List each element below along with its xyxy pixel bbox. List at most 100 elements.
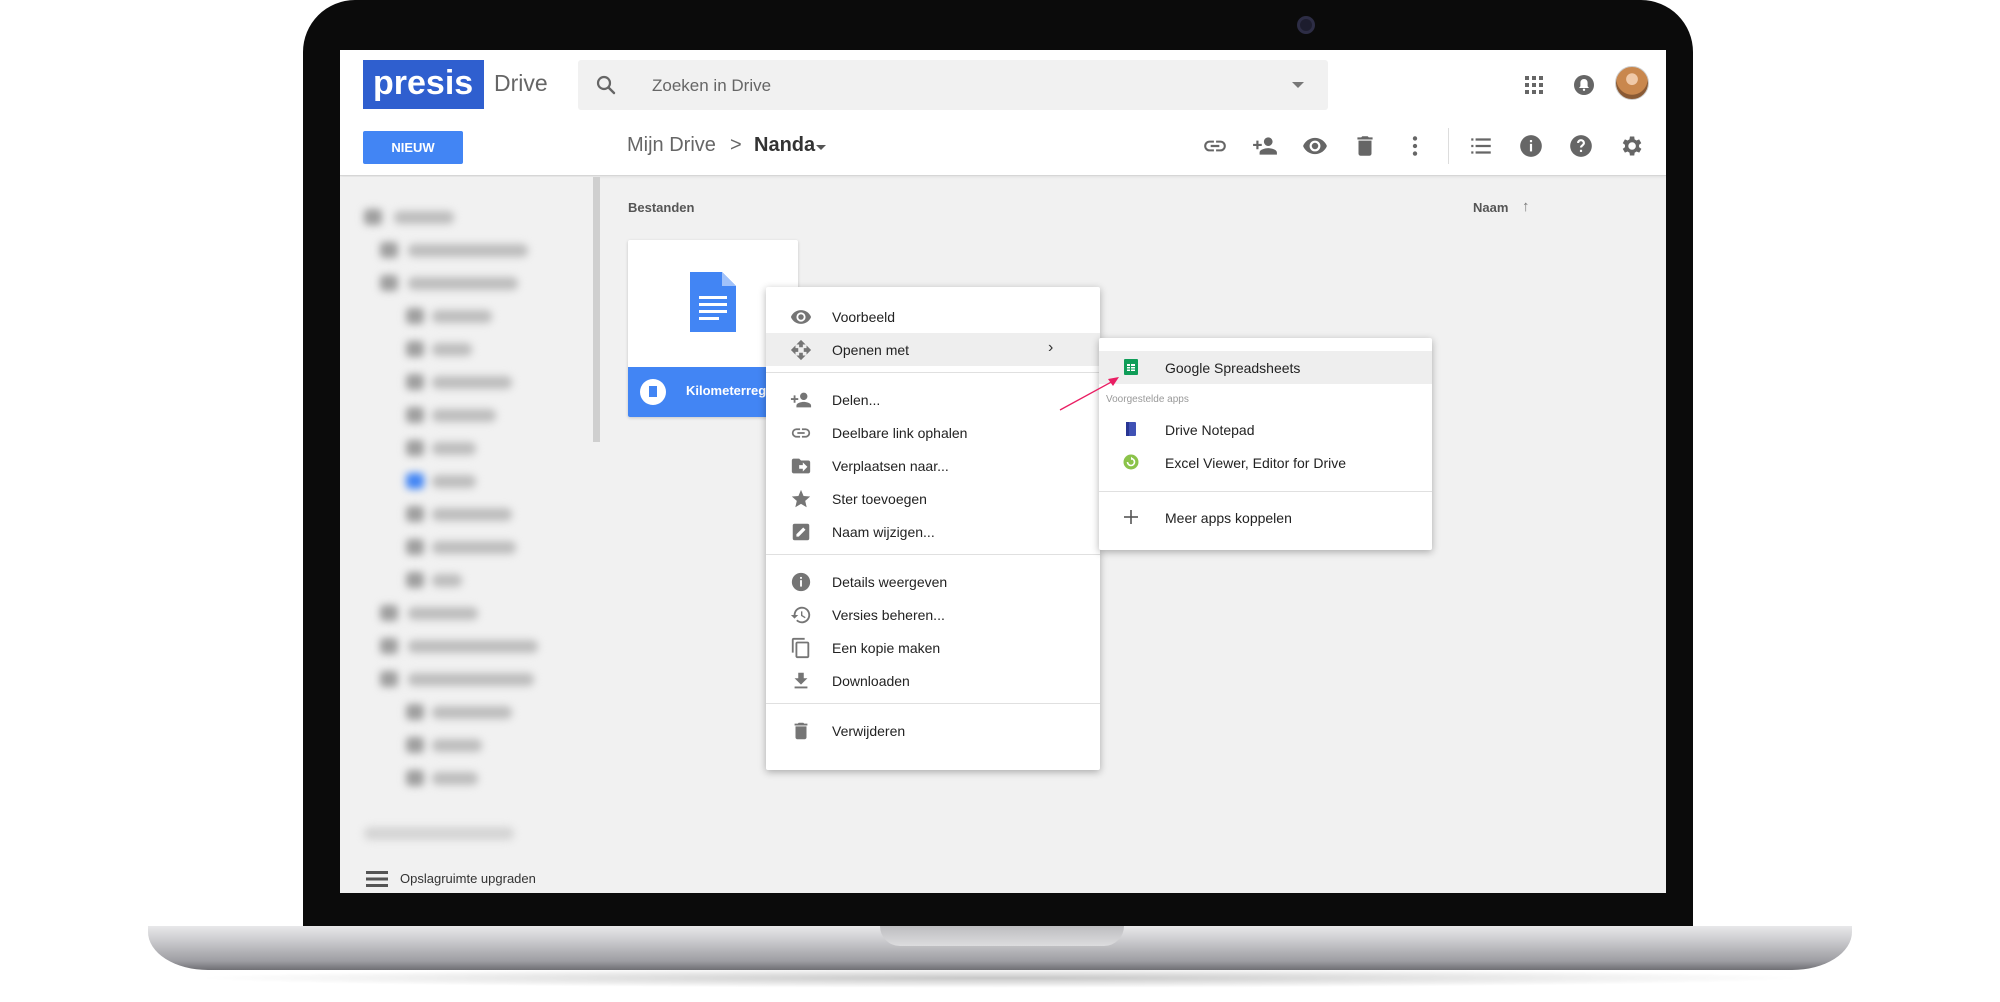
help-icon <box>1570 135 1592 157</box>
suggested-apps-header: Voorgestelde apps <box>1106 394 1189 405</box>
menu-item-label: Delen... <box>832 392 881 408</box>
menu-item-get-link[interactable]: Deelbare link ophalen <box>766 416 1100 449</box>
submenu-item-excel-viewer[interactable]: Excel Viewer, Editor for Drive <box>1099 446 1432 479</box>
laptop-shadow <box>190 968 1810 988</box>
camera-icon <box>1297 16 1315 34</box>
apps-grid-icon[interactable] <box>1522 73 1546 97</box>
open-with-icon <box>790 339 812 361</box>
menu-item-label: Downloaden <box>832 673 910 689</box>
menu-item-preview[interactable]: Voorbeeld <box>766 300 1100 333</box>
plus-icon <box>1124 510 1138 524</box>
sort-direction-icon[interactable]: ↑ <box>1522 198 1530 215</box>
search-input[interactable]: Zoeken in Drive <box>652 76 771 96</box>
menu-item-add-star[interactable]: Ster toevoegen <box>766 482 1100 515</box>
submenu-item-label: Excel Viewer, Editor for Drive <box>1165 455 1347 471</box>
share-button[interactable] <box>1252 133 1278 159</box>
chevron-right-icon: › <box>1048 339 1054 356</box>
delete-button[interactable] <box>1352 133 1378 159</box>
context-menu: Voorbeeld Openen met › Delen... Deelbare… <box>766 287 1100 770</box>
history-icon <box>790 604 812 626</box>
excel-viewer-icon <box>1123 454 1139 470</box>
menu-item-label: Voorbeeld <box>832 309 896 325</box>
menu-item-share[interactable]: Delen... <box>766 383 1100 416</box>
settings-button[interactable] <box>1618 133 1644 159</box>
laptop-notch <box>880 926 1124 946</box>
eye-icon <box>1303 137 1327 155</box>
info-icon <box>1520 135 1542 157</box>
info-icon <box>790 571 812 593</box>
menu-item-label: Versies beheren... <box>832 607 945 623</box>
file-type-icon <box>640 379 666 405</box>
document-icon <box>690 272 736 332</box>
list-view-icon <box>1471 138 1491 154</box>
get-link-button[interactable] <box>1202 133 1228 159</box>
preview-button[interactable] <box>1302 133 1328 159</box>
link-icon <box>790 422 812 444</box>
breadcrumb-current-folder[interactable]: Nanda <box>754 134 815 157</box>
submenu-item-label: Drive Notepad <box>1165 422 1255 438</box>
submenu-item-connect-more-apps[interactable]: Meer apps koppelen <box>1099 501 1432 534</box>
menu-divider <box>766 703 1100 704</box>
link-icon <box>1204 140 1226 152</box>
submenu-item-label: Meer apps koppelen <box>1165 510 1292 526</box>
menu-item-move-to[interactable]: Verplaatsen naar... <box>766 449 1100 482</box>
add-person-icon <box>1253 137 1277 155</box>
trash-icon <box>790 720 812 742</box>
more-actions-button[interactable] <box>1402 133 1428 159</box>
menu-item-download[interactable]: Downloaden <box>766 664 1100 697</box>
product-name: Drive <box>494 70 548 96</box>
details-button[interactable] <box>1518 133 1544 159</box>
app-header: presis Drive Zoeken in Drive NIEUW Mijn … <box>340 50 1666 176</box>
copy-icon <box>790 637 812 659</box>
search-options-dropdown-icon[interactable] <box>1292 82 1304 88</box>
trash-icon <box>1357 136 1373 156</box>
open-with-submenu: Google Spreadsheets Voorgestelde apps Dr… <box>1099 338 1432 550</box>
sidebar-scrollbar[interactable] <box>593 177 600 442</box>
download-icon <box>790 670 812 692</box>
rename-icon <box>790 521 812 543</box>
storage-icon <box>366 871 388 887</box>
files-section-label: Bestanden <box>628 200 695 215</box>
more-vert-icon <box>1412 136 1418 156</box>
drive-screen: presis Drive Zoeken in Drive NIEUW Mijn … <box>340 50 1666 893</box>
menu-item-label: Verwijderen <box>832 723 906 739</box>
sort-by-name[interactable]: Naam <box>1473 200 1508 215</box>
sidebar: Opslagruimte upgraden <box>340 177 595 893</box>
gear-icon <box>1622 136 1642 156</box>
search-icon[interactable] <box>594 73 618 97</box>
breadcrumb-separator: > <box>730 134 742 156</box>
help-button[interactable] <box>1568 133 1594 159</box>
folder-menu-caret-icon[interactable] <box>816 145 826 150</box>
brand-logo[interactable]: presis <box>363 60 484 109</box>
star-icon <box>790 488 812 510</box>
menu-item-copy[interactable]: Een kopie maken <box>766 631 1100 664</box>
list-view-button[interactable] <box>1468 133 1494 159</box>
menu-item-label: Verplaatsen naar... <box>832 458 949 474</box>
notepad-icon <box>1126 422 1136 436</box>
menu-divider <box>766 554 1100 555</box>
menu-item-label: Een kopie maken <box>832 640 941 656</box>
submenu-item-label: Google Spreadsheets <box>1165 360 1301 376</box>
menu-item-versions[interactable]: Versies beheren... <box>766 598 1100 631</box>
menu-item-rename[interactable]: Naam wijzigen... <box>766 515 1100 548</box>
menu-item-delete[interactable]: Verwijderen <box>766 714 1100 747</box>
user-avatar[interactable] <box>1615 66 1649 100</box>
menu-item-label: Deelbare link ophalen <box>832 425 968 441</box>
new-button[interactable]: NIEUW <box>363 131 463 164</box>
notifications-icon[interactable] <box>1572 73 1596 97</box>
menu-item-label: Openen met <box>832 342 910 358</box>
move-to-folder-icon <box>790 455 812 477</box>
file-name: Kilometerreg <box>686 383 767 398</box>
menu-item-details[interactable]: Details weergeven <box>766 565 1100 598</box>
toolbar-divider <box>1448 128 1449 164</box>
submenu-item-google-sheets[interactable]: Google Spreadsheets <box>1099 351 1432 384</box>
menu-item-label: Naam wijzigen... <box>832 524 935 540</box>
menu-item-open-with[interactable]: Openen met › <box>766 333 1100 366</box>
eye-icon <box>790 306 812 328</box>
breadcrumb-root[interactable]: Mijn Drive <box>627 134 716 157</box>
menu-divider <box>766 372 1100 373</box>
search-bar[interactable]: Zoeken in Drive <box>578 60 1328 110</box>
google-sheets-icon <box>1124 359 1138 375</box>
submenu-item-drive-notepad[interactable]: Drive Notepad <box>1099 413 1432 446</box>
upgrade-storage-link[interactable]: Opslagruimte upgraden <box>400 871 536 886</box>
